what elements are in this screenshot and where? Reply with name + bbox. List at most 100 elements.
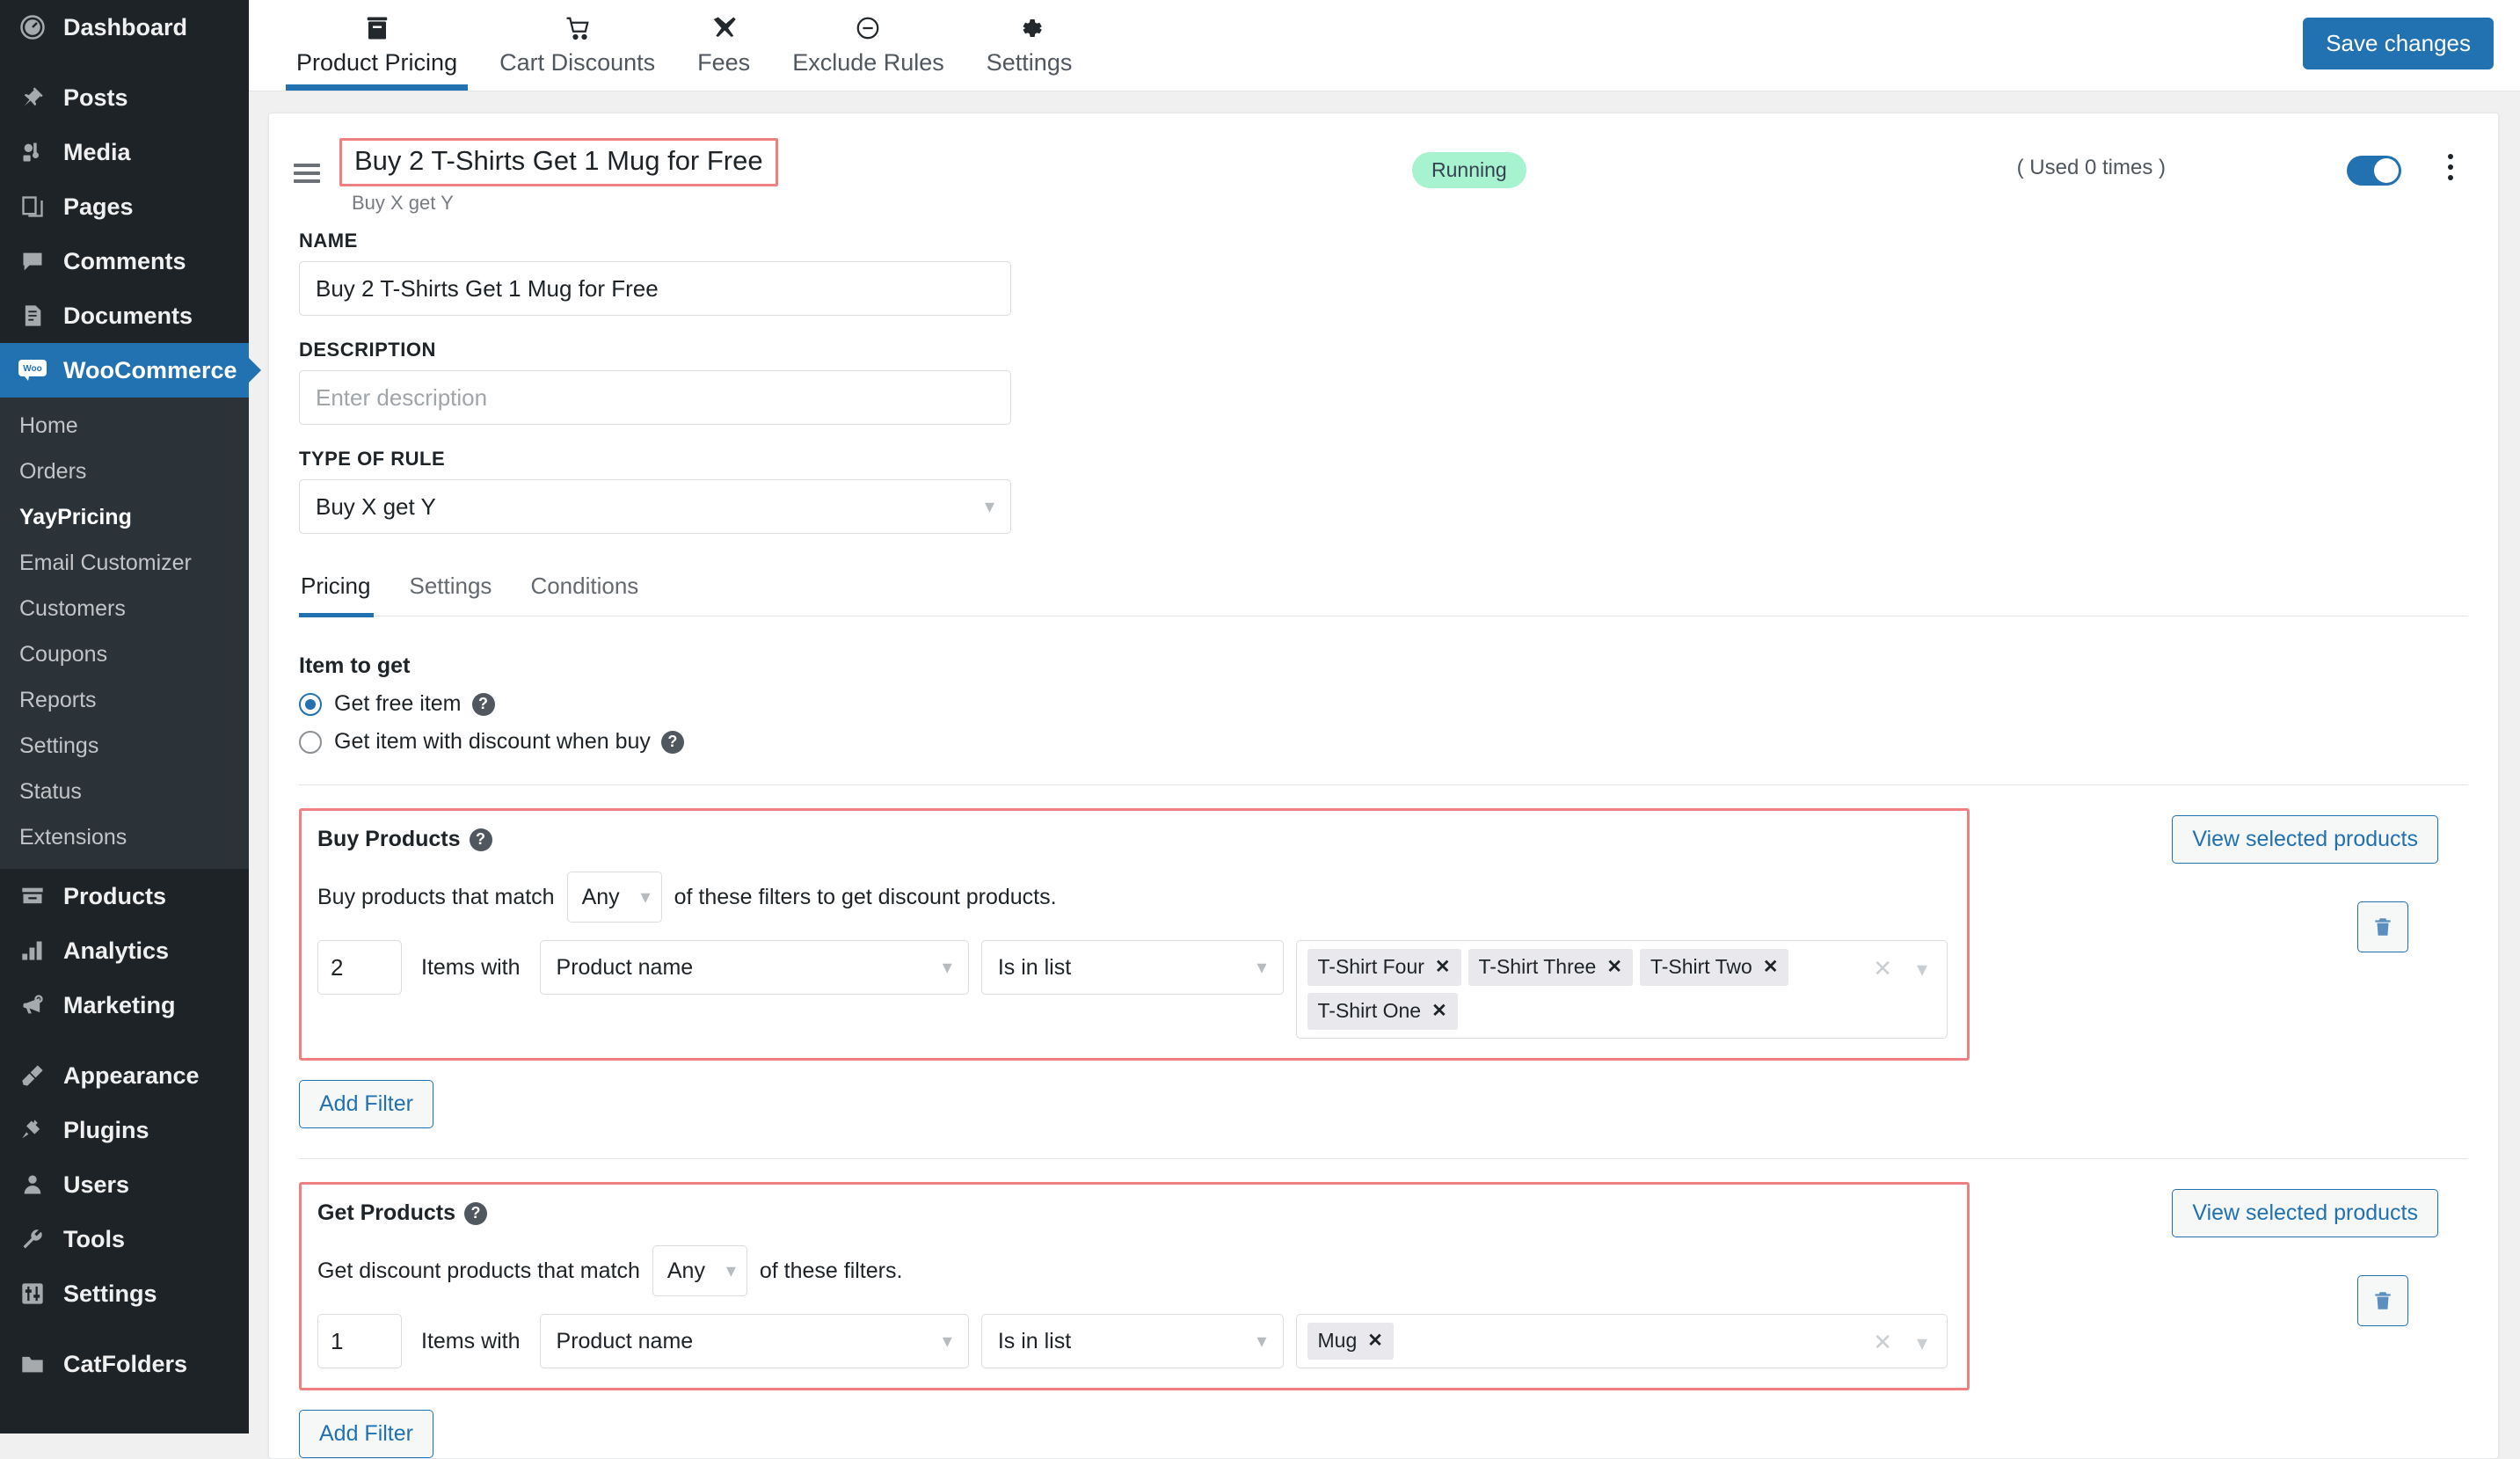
chevron-down-icon[interactable]: ▾ — [1917, 957, 1927, 982]
submenu-label: Status — [19, 778, 82, 804]
tab-settings[interactable]: Settings — [965, 4, 1094, 91]
sidebar-item-settings[interactable]: Settings — [0, 1266, 249, 1321]
buy-quantity-input[interactable] — [317, 940, 402, 995]
get-attribute-select[interactable]: Product name ▾ — [539, 1314, 969, 1368]
buy-add-filter-button[interactable]: Add Filter — [299, 1080, 433, 1128]
chevron-down-icon: ▾ — [1256, 1330, 1267, 1352]
sidebar-item-tools[interactable]: Tools — [0, 1212, 249, 1266]
help-icon[interactable]: ? — [469, 828, 492, 851]
get-view-selected-products-button[interactable]: View selected products — [2172, 1189, 2438, 1237]
inner-tab-label: Pricing — [301, 573, 371, 599]
sidebar-item-pages[interactable]: Pages — [0, 179, 249, 234]
submenu-item-extensions[interactable]: Extensions — [0, 814, 249, 860]
rule-enable-toggle[interactable] — [2347, 156, 2401, 186]
chip-remove-icon[interactable]: ✕ — [1431, 1000, 1447, 1022]
sidebar-divider — [0, 1321, 249, 1337]
sidebar-item-comments[interactable]: Comments — [0, 234, 249, 288]
sidebar-item-products[interactable]: Products — [0, 869, 249, 923]
sidebar-item-documents[interactable]: Documents — [0, 288, 249, 343]
sidebar-item-analytics[interactable]: Analytics — [0, 923, 249, 978]
sidebar-item-catfolders[interactable]: CatFolders — [0, 1337, 249, 1391]
inner-tab-conditions[interactable]: Conditions — [511, 573, 658, 616]
buy-view-selected-products-button[interactable]: View selected products — [2172, 815, 2438, 864]
buy-items-with-label: Items with — [421, 955, 521, 980]
buy-products-filter-row: Items with Product name ▾ Is in list ▾ T… — [317, 940, 1948, 1039]
product-chip[interactable]: T-Shirt One ✕ — [1307, 993, 1458, 1030]
type-of-rule-select[interactable]: Buy X get Y ▾ — [299, 479, 1011, 534]
chip-remove-icon[interactable]: ✕ — [1367, 1330, 1383, 1352]
drag-handle-icon[interactable] — [294, 138, 332, 187]
buy-products-section: Buy Products ? Buy products that match A… — [299, 808, 2468, 1128]
sidebar-item-label: Documents — [63, 302, 193, 329]
gear-icon — [1016, 11, 1043, 46]
buy-attribute-select[interactable]: Product name ▾ — [539, 940, 969, 995]
get-add-filter-button[interactable]: Add Filter — [299, 1410, 433, 1458]
product-chip[interactable]: Mug ✕ — [1307, 1323, 1394, 1360]
description-input[interactable] — [299, 370, 1011, 425]
sidebar-item-appearance[interactable]: Appearance — [0, 1048, 249, 1103]
product-chip[interactable]: T-Shirt Three ✕ — [1468, 949, 1633, 986]
tab-product-pricing[interactable]: Product Pricing — [275, 4, 478, 91]
chip-remove-icon[interactable]: ✕ — [1763, 956, 1779, 978]
submenu-label: Settings — [19, 733, 99, 758]
submenu-item-home[interactable]: Home — [0, 403, 249, 449]
submenu-item-reports[interactable]: Reports — [0, 677, 249, 723]
clear-all-icon[interactable]: ✕ — [1873, 955, 1892, 982]
chip-label: T-Shirt One — [1317, 999, 1422, 1022]
submenu-item-coupons[interactable]: Coupons — [0, 631, 249, 677]
sidebar-item-label: Settings — [63, 1280, 157, 1307]
help-icon[interactable]: ? — [471, 692, 495, 716]
sidebar-item-media[interactable]: Media — [0, 125, 249, 179]
get-match-select[interactable]: Any ▾ — [652, 1245, 747, 1296]
inner-tab-settings[interactable]: Settings — [390, 573, 511, 616]
cart-icon — [564, 11, 591, 46]
type-of-rule-label: TYPE OF RULE — [299, 448, 446, 470]
submenu-item-orders[interactable]: Orders — [0, 449, 249, 494]
save-changes-button[interactable]: Save changes — [2303, 18, 2494, 69]
more-options-icon[interactable] — [2440, 149, 2461, 186]
chip-remove-icon[interactable]: ✕ — [1435, 956, 1451, 978]
sidebar-item-dashboard[interactable]: Dashboard — [0, 0, 249, 55]
sidebar-item-posts[interactable]: Posts — [0, 70, 249, 125]
radio-get-item-with-discount[interactable] — [299, 730, 322, 754]
buy-operator-select[interactable]: Is in list ▾ — [980, 940, 1284, 995]
tab-label: Settings — [986, 49, 1073, 76]
buy-match-select[interactable]: Any ▾ — [566, 872, 662, 923]
help-icon[interactable]: ? — [660, 730, 684, 754]
buy-products-multiselect[interactable]: T-Shirt Four ✕ T-Shirt Three ✕ T-Shirt Two… — [1295, 940, 1948, 1039]
sidebar-item-marketing[interactable]: Marketing — [0, 978, 249, 1032]
get-products-multiselect[interactable]: Mug ✕ ✕ ▾ — [1295, 1314, 1948, 1368]
product-chip[interactable]: T-Shirt Two ✕ — [1639, 949, 1789, 986]
submenu-item-settings[interactable]: Settings — [0, 723, 249, 769]
tab-cart-discounts[interactable]: Cart Discounts — [478, 4, 676, 91]
rule-subtitle: Buy X get Y — [352, 191, 454, 214]
submenu-item-customers[interactable]: Customers — [0, 586, 249, 631]
submenu-item-status[interactable]: Status — [0, 769, 249, 814]
get-delete-filter-button[interactable] — [2357, 1275, 2408, 1326]
chevron-down-icon: ▾ — [942, 956, 952, 978]
box-icon — [364, 11, 390, 46]
chip-remove-icon[interactable]: ✕ — [1606, 956, 1622, 978]
rule-form: NAME DESCRIPTION TYPE OF RULE Buy X get … — [269, 230, 2498, 1458]
get-operator-select[interactable]: Is in list ▾ — [980, 1314, 1284, 1368]
tab-exclude-rules[interactable]: Exclude Rules — [771, 4, 965, 91]
help-icon[interactable]: ? — [463, 1201, 487, 1225]
submenu-label: Orders — [19, 458, 87, 484]
get-quantity-input[interactable] — [317, 1314, 402, 1368]
sidebar-item-plugins[interactable]: Plugins — [0, 1103, 249, 1157]
get-match-value: Any — [666, 1258, 705, 1283]
sidebar-item-label: Dashboard — [63, 13, 188, 40]
product-chip[interactable]: T-Shirt Four ✕ — [1307, 949, 1461, 986]
name-input[interactable] — [299, 261, 1011, 316]
tab-fees[interactable]: Fees — [676, 4, 771, 91]
get-products-header: Get Products ? — [317, 1200, 1948, 1226]
buy-delete-filter-button[interactable] — [2357, 901, 2408, 952]
chevron-down-icon[interactable]: ▾ — [1917, 1331, 1927, 1356]
radio-get-free-item[interactable] — [299, 692, 322, 716]
sidebar-item-woocommerce[interactable]: Woo WooCommerce — [0, 343, 249, 398]
sidebar-item-users[interactable]: Users — [0, 1157, 249, 1212]
clear-all-icon[interactable]: ✕ — [1873, 1329, 1892, 1356]
inner-tab-pricing[interactable]: Pricing — [299, 573, 390, 617]
submenu-item-yaypricing[interactable]: YayPricing — [0, 494, 249, 540]
submenu-item-email-customizer[interactable]: Email Customizer — [0, 540, 249, 586]
